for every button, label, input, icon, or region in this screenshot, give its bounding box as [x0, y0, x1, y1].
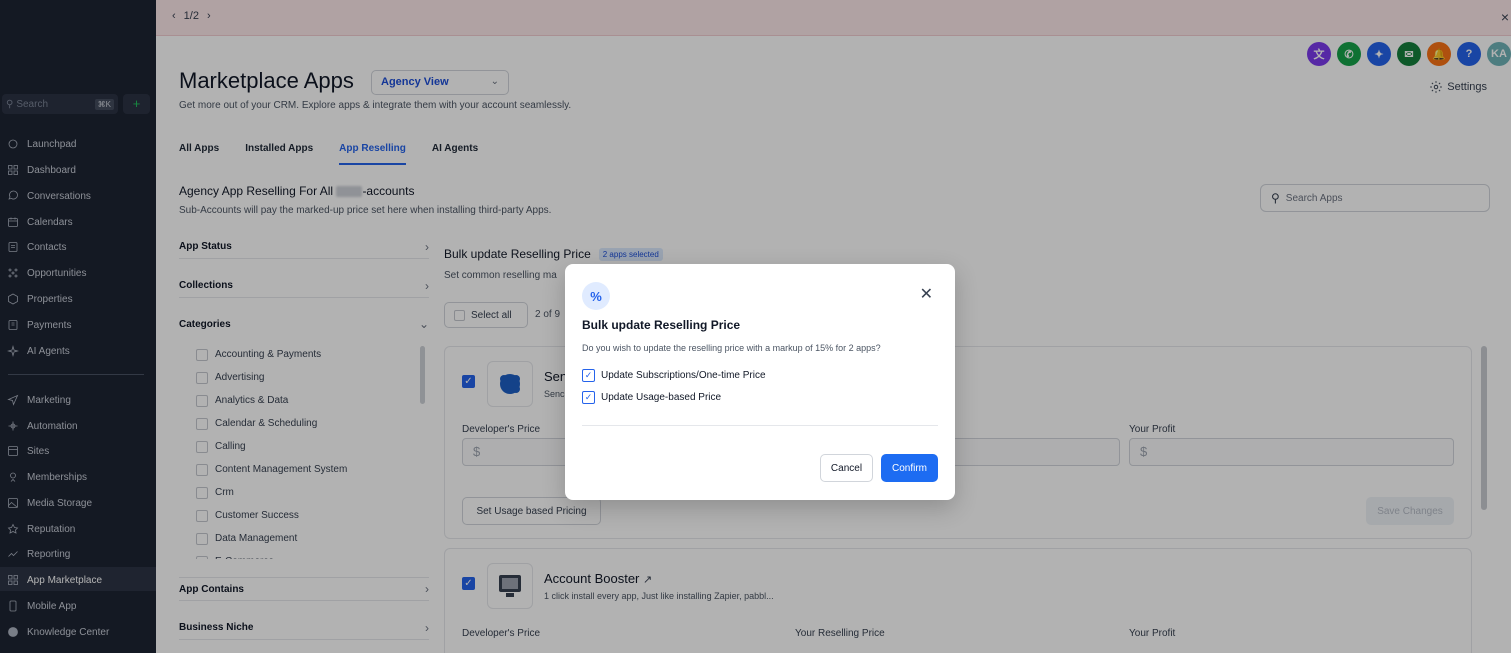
modal-title: Bulk update Reselling Price: [582, 318, 741, 332]
modal-text: Do you wish to update the reselling pric…: [582, 343, 881, 353]
confirm-button[interactable]: Confirm: [881, 454, 938, 482]
option-subscriptions[interactable]: ✓ Update Subscriptions/One-time Price: [582, 369, 766, 382]
cancel-button[interactable]: Cancel: [820, 454, 873, 482]
option-label: Update Subscriptions/One-time Price: [601, 370, 766, 381]
checkbox-checked[interactable]: ✓: [582, 391, 595, 404]
bulk-update-modal: % ✕ Bulk update Reselling Price Do you w…: [565, 264, 955, 500]
checkbox-checked[interactable]: ✓: [582, 369, 595, 382]
modal-divider: [582, 425, 938, 426]
option-label: Update Usage-based Price: [601, 392, 722, 403]
percent-icon: %: [582, 282, 610, 310]
close-modal-icon[interactable]: ✕: [920, 284, 933, 304]
option-usage-based[interactable]: ✓ Update Usage-based Price: [582, 391, 721, 404]
